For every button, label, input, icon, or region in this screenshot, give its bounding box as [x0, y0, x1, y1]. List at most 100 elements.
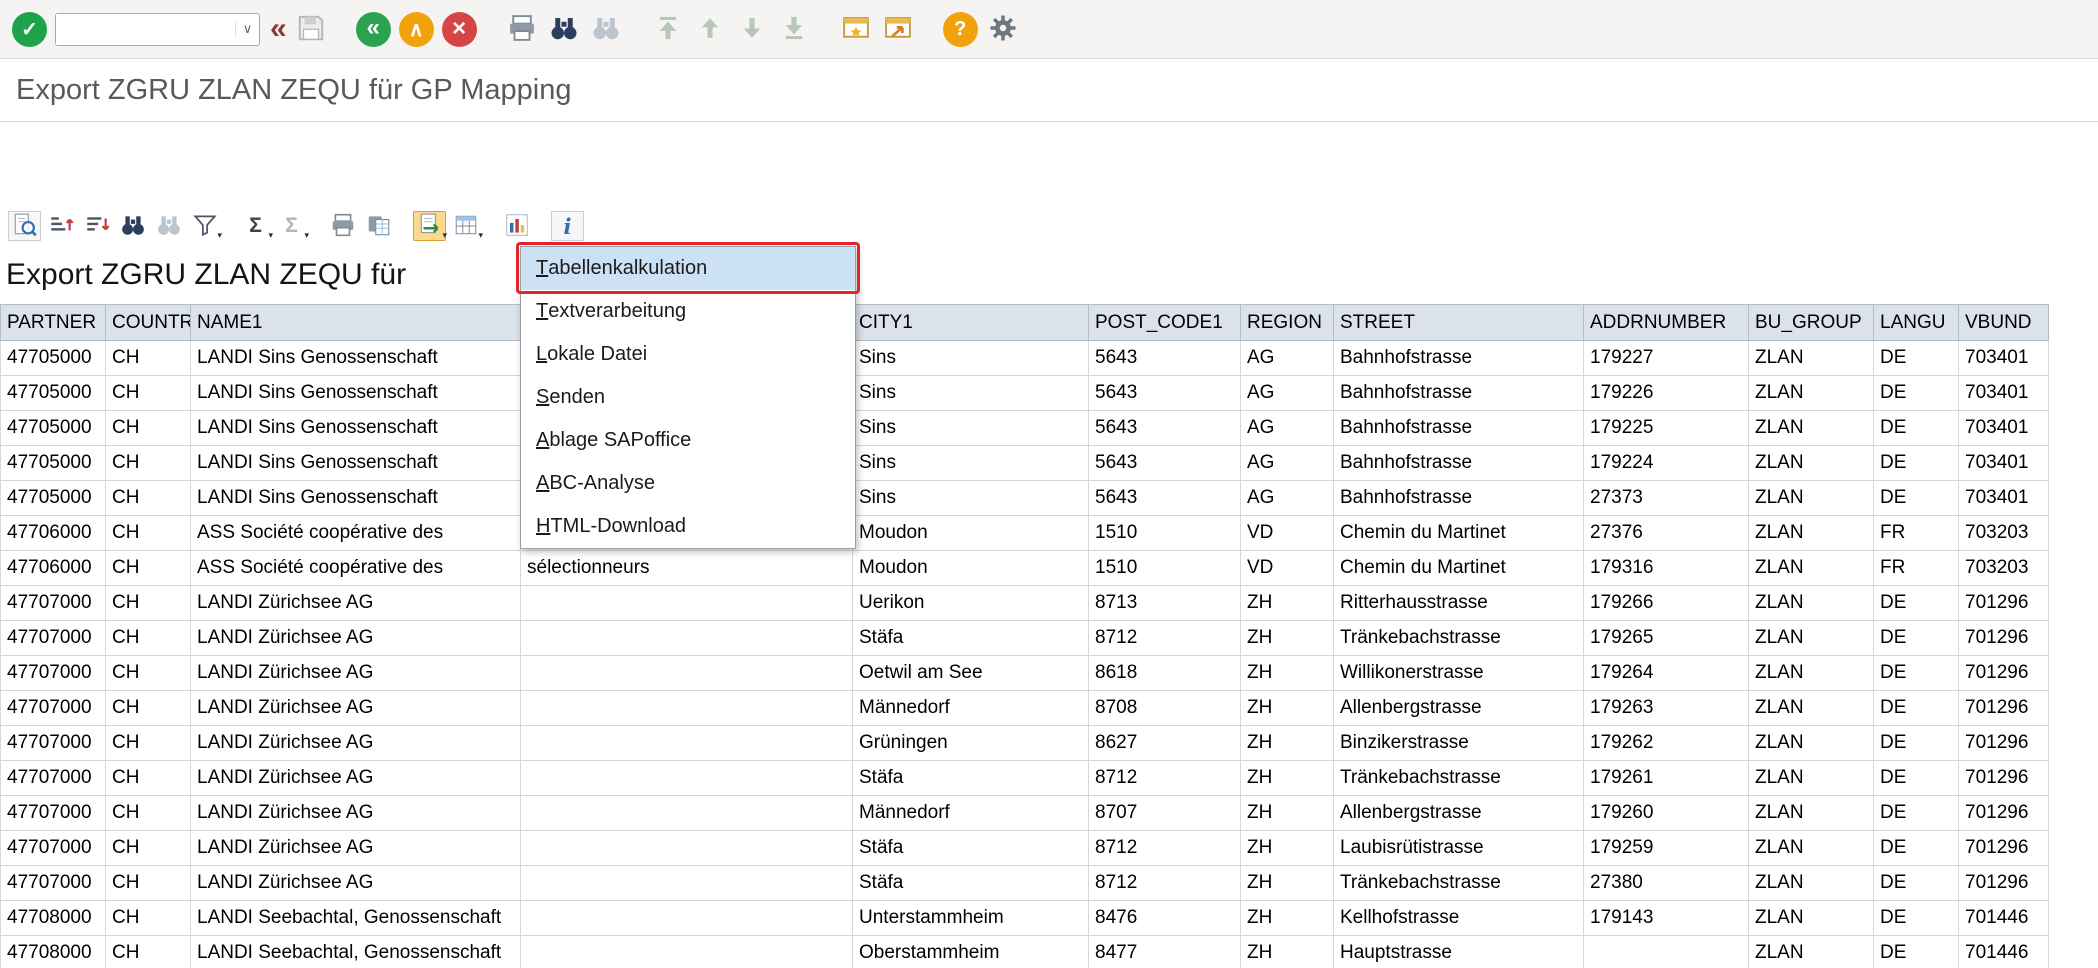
column-header-street[interactable]: STREET: [1334, 305, 1584, 341]
table-cell[interactable]: 701296: [1959, 796, 2049, 831]
table-cell[interactable]: ZLAN: [1749, 831, 1874, 866]
back-button[interactable]: «: [356, 12, 391, 47]
menu-item-textverarbeitung[interactable]: Textverarbeitung: [521, 290, 855, 333]
table-cell[interactable]: 8712: [1089, 866, 1241, 901]
table-cell[interactable]: CH: [106, 936, 191, 968]
details-button[interactable]: [8, 211, 41, 241]
table-cell[interactable]: 47707000: [1, 831, 106, 866]
table-row[interactable]: 47708000CHLANDI Seebachtal, Genossenscha…: [1, 936, 2049, 968]
filter-button[interactable]: ▾: [188, 211, 221, 241]
table-cell[interactable]: 703401: [1959, 446, 2049, 481]
table-cell[interactable]: 5643: [1089, 481, 1241, 516]
table-cell[interactable]: 701296: [1959, 586, 2049, 621]
alv-find-next-button[interactable]: [152, 211, 185, 241]
table-cell[interactable]: [521, 691, 853, 726]
table-cell[interactable]: 47707000: [1, 691, 106, 726]
table-cell[interactable]: sélectionneurs: [521, 551, 853, 586]
table-cell[interactable]: 179266: [1584, 586, 1749, 621]
table-cell[interactable]: 47708000: [1, 936, 106, 968]
table-cell[interactable]: FR: [1874, 551, 1959, 586]
table-row[interactable]: 47707000CHLANDI Zürichsee AGUerikon8713Z…: [1, 586, 2049, 621]
table-cell[interactable]: 47707000: [1, 796, 106, 831]
table-cell[interactable]: LANDI Sins Genossenschaft: [191, 411, 521, 446]
info-button[interactable]: i: [551, 211, 584, 241]
table-cell[interactable]: ZLAN: [1749, 341, 1874, 376]
exit-button[interactable]: ∧: [399, 12, 434, 47]
table-row[interactable]: 47708000CHLANDI Seebachtal, Genossenscha…: [1, 901, 2049, 936]
table-cell[interactable]: ZLAN: [1749, 376, 1874, 411]
table-cell[interactable]: [521, 726, 853, 761]
table-cell[interactable]: CH: [106, 691, 191, 726]
table-cell[interactable]: LANDI Zürichsee AG: [191, 691, 521, 726]
alv-print-button[interactable]: [326, 211, 359, 241]
table-cell[interactable]: 179226: [1584, 376, 1749, 411]
table-cell[interactable]: AG: [1241, 341, 1334, 376]
table-cell[interactable]: LANDI Zürichsee AG: [191, 586, 521, 621]
table-cell[interactable]: Moudon: [853, 551, 1089, 586]
table-cell[interactable]: ZLAN: [1749, 516, 1874, 551]
table-cell[interactable]: 47705000: [1, 446, 106, 481]
table-row[interactable]: 47707000CHLANDI Zürichsee AGGrüningen862…: [1, 726, 2049, 761]
table-cell[interactable]: ZH: [1241, 901, 1334, 936]
table-row[interactable]: 47705000CHLANDI Sins GenossenschaftSins5…: [1, 411, 2049, 446]
table-cell[interactable]: 8712: [1089, 621, 1241, 656]
find-button[interactable]: [547, 12, 581, 46]
table-cell[interactable]: Stäfa: [853, 621, 1089, 656]
table-cell[interactable]: Kellhofstrasse: [1334, 901, 1584, 936]
table-cell[interactable]: 47707000: [1, 621, 106, 656]
menu-item-html-download[interactable]: HTML-Download: [521, 505, 855, 548]
table-cell[interactable]: DE: [1874, 831, 1959, 866]
column-header-addrnumber[interactable]: ADDRNUMBER: [1584, 305, 1749, 341]
table-cell[interactable]: 179264: [1584, 656, 1749, 691]
table-cell[interactable]: 179227: [1584, 341, 1749, 376]
table-cell[interactable]: [521, 796, 853, 831]
table-cell[interactable]: ZLAN: [1749, 726, 1874, 761]
column-header-partner[interactable]: PARTNER: [1, 305, 106, 341]
table-cell[interactable]: Hauptstrasse: [1334, 936, 1584, 968]
table-cell[interactable]: ZH: [1241, 761, 1334, 796]
table-cell[interactable]: Moudon: [853, 516, 1089, 551]
table-cell[interactable]: 179224: [1584, 446, 1749, 481]
table-cell[interactable]: ZH: [1241, 621, 1334, 656]
table-cell[interactable]: 701296: [1959, 691, 2049, 726]
table-cell[interactable]: LANDI Seebachtal, Genossenschaft: [191, 936, 521, 968]
table-cell[interactable]: ZLAN: [1749, 936, 1874, 968]
table-cell[interactable]: DE: [1874, 481, 1959, 516]
table-cell[interactable]: Oetwil am See: [853, 656, 1089, 691]
page-up-button[interactable]: [693, 12, 727, 46]
table-cell[interactable]: LANDI Zürichsee AG: [191, 761, 521, 796]
table-cell[interactable]: 47706000: [1, 551, 106, 586]
table-cell[interactable]: 179225: [1584, 411, 1749, 446]
table-cell[interactable]: ZLAN: [1749, 901, 1874, 936]
column-header-name1[interactable]: NAME1: [191, 305, 521, 341]
table-row[interactable]: 47707000CHLANDI Zürichsee AGMännedorf870…: [1, 796, 2049, 831]
table-cell[interactable]: 701296: [1959, 726, 2049, 761]
table-cell[interactable]: Männedorf: [853, 796, 1089, 831]
table-cell[interactable]: DE: [1874, 691, 1959, 726]
table-cell[interactable]: LANDI Sins Genossenschaft: [191, 446, 521, 481]
table-row[interactable]: 47707000CHLANDI Zürichsee AGStäfa8712ZHT…: [1, 621, 2049, 656]
table-cell[interactable]: LANDI Zürichsee AG: [191, 656, 521, 691]
table-row[interactable]: 47705000CHLANDI Sins GenossenschaftSins5…: [1, 481, 2049, 516]
table-cell[interactable]: 703401: [1959, 341, 2049, 376]
table-cell[interactable]: CH: [106, 551, 191, 586]
table-cell[interactable]: 8712: [1089, 831, 1241, 866]
table-cell[interactable]: CH: [106, 341, 191, 376]
table-cell[interactable]: CH: [106, 446, 191, 481]
first-page-button[interactable]: [651, 12, 685, 46]
table-cell[interactable]: AG: [1241, 376, 1334, 411]
column-header-city1[interactable]: CITY1: [853, 305, 1089, 341]
table-cell[interactable]: 703401: [1959, 411, 2049, 446]
table-row[interactable]: 47705000CHLANDI Sins GenossenschaftSins5…: [1, 376, 2049, 411]
table-row[interactable]: 47707000CHLANDI Zürichsee AGStäfa8712ZHT…: [1, 761, 2049, 796]
table-cell[interactable]: 47708000: [1, 901, 106, 936]
menu-item-senden[interactable]: Senden: [521, 376, 855, 419]
graphic-button[interactable]: [500, 211, 533, 241]
table-row[interactable]: 47706000CHASS Société coopérative dessél…: [1, 551, 2049, 586]
table-cell[interactable]: 179316: [1584, 551, 1749, 586]
command-input[interactable]: [56, 14, 235, 45]
chevron-down-icon[interactable]: ∨: [235, 21, 259, 37]
table-cell[interactable]: Willikonerstrasse: [1334, 656, 1584, 691]
table-cell[interactable]: DE: [1874, 411, 1959, 446]
table-cell[interactable]: 47707000: [1, 761, 106, 796]
